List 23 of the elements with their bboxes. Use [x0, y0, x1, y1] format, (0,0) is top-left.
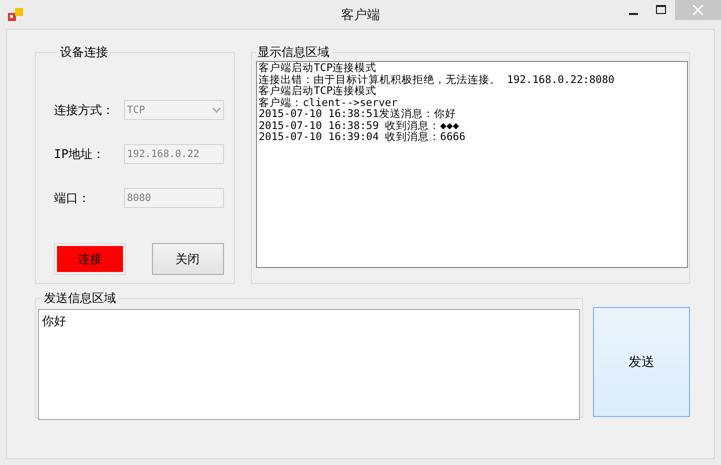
field-label: 连接方式： — [54, 102, 115, 118]
group-title: 显示信息区域 — [256, 44, 331, 61]
log-line: 客户端：client-->server — [258, 98, 399, 108]
message-input[interactable]: 你好 — [38, 309, 580, 420]
connect-button[interactable]: 连接 — [54, 243, 126, 275]
maximize-icon — [656, 5, 666, 15]
minimize-icon — [628, 13, 638, 15]
field-label: IP地址： — [54, 146, 106, 162]
log-line: 2015-07-10 16:39:04 收到消息：6666 — [258, 132, 466, 144]
app-icon — [8, 8, 24, 22]
close-connection-button[interactable]: 关闭 — [152, 243, 224, 275]
log-line: 客户端启动TCP连接模式 — [258, 86, 378, 97]
send-button[interactable]: 发送 — [593, 307, 690, 417]
window-title: 客户端 — [341, 7, 380, 24]
caret-icon — [212, 107, 221, 113]
field-label: 端口： — [54, 190, 91, 206]
log-line: 客户端启动TCP连接模式 — [258, 63, 378, 74]
group-title: 设备连接 — [59, 44, 109, 61]
log-line: 2015-07-10 16:38:51发送消息：你好 — [258, 109, 457, 120]
group-title: 发送信息区域 — [43, 290, 117, 307]
close-icon — [693, 5, 703, 15]
log-line: 2015-07-10 16:38:59 收到消息：◆◆◆ — [258, 120, 460, 132]
log-line: 连接出错：由于目标计算机积极拒绝，无法连接。 192.168.0.22:8080 — [258, 74, 616, 86]
